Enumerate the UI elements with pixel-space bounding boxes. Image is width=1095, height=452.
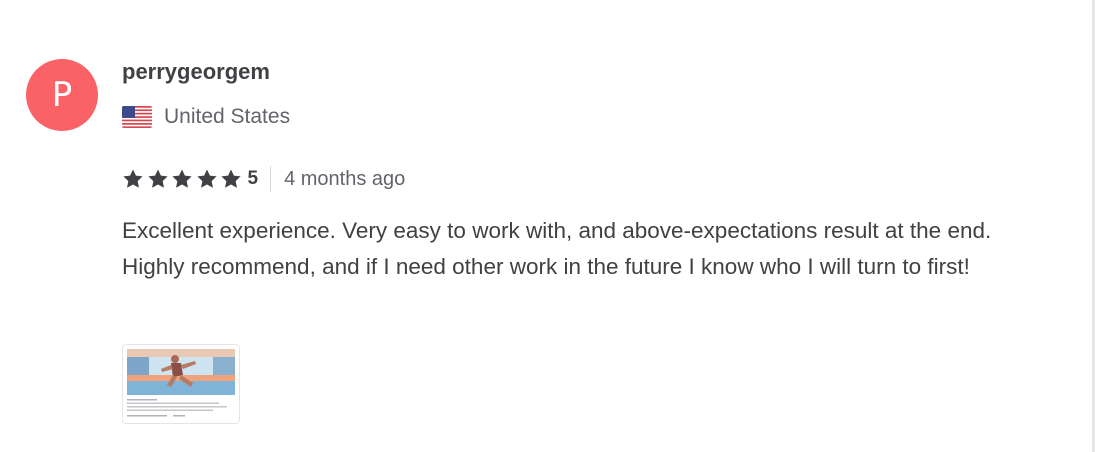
rating-value: 5	[247, 168, 259, 189]
review-attachment-thumbnail[interactable]	[122, 344, 240, 424]
avatar[interactable]: P	[26, 59, 98, 131]
star-icon	[196, 169, 217, 188]
star-icon	[221, 169, 241, 188]
star-icon	[147, 169, 168, 188]
review-text: Excellent experience. Very easy to work …	[122, 218, 992, 279]
us-flag-icon	[122, 106, 152, 128]
rating-row: 5 4 months ago	[122, 164, 405, 194]
rating-divider	[270, 166, 272, 192]
review-time: 4 months ago	[284, 168, 406, 190]
country-name: United States	[164, 105, 291, 128]
star-rating	[122, 168, 245, 190]
star-icon	[123, 169, 143, 188]
reviewer-country: United States	[122, 104, 290, 130]
star-icon	[172, 169, 192, 188]
attachment-image	[123, 345, 239, 423]
reviewer-username[interactable]: perrygeorgem	[122, 58, 270, 86]
